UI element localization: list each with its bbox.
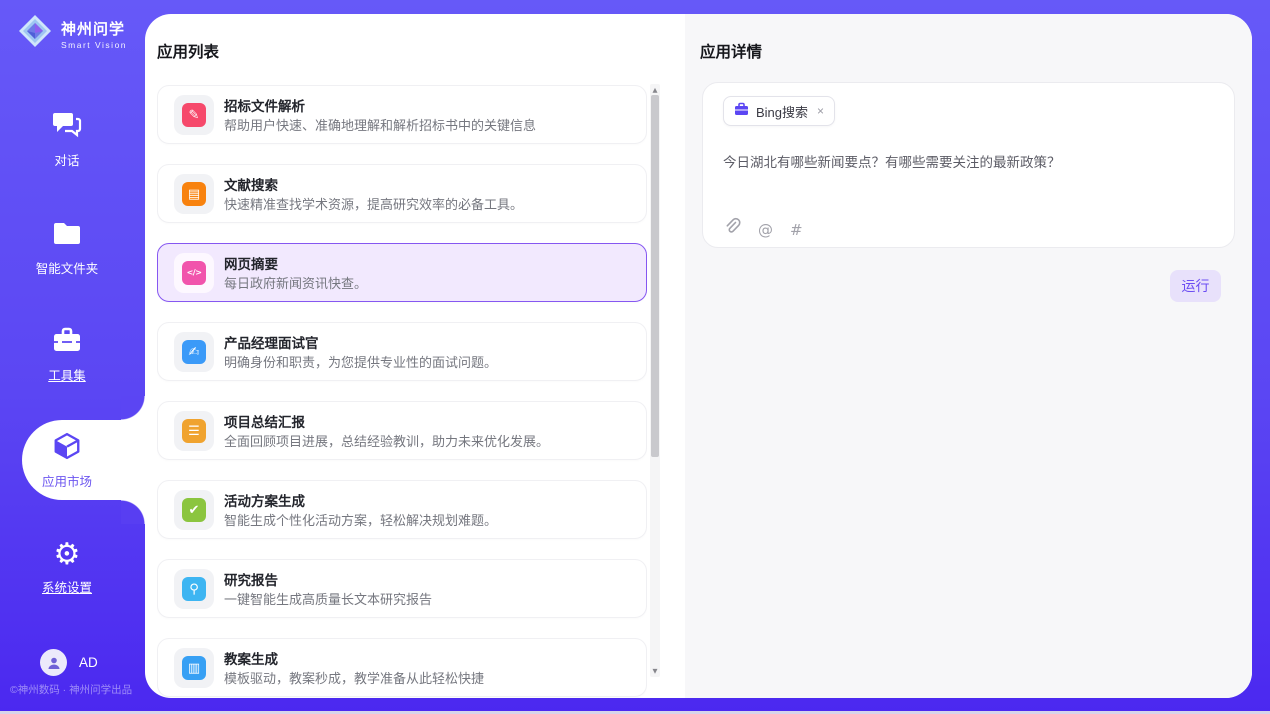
brand-name: 神州问学 <box>61 18 127 39</box>
brand-logo: 神州问学 Smart Vision <box>16 12 127 55</box>
gear-icon: ⚙ <box>54 540 81 570</box>
app-list-item[interactable]: ☰ 项目总结汇报 全面回顾项目进展，总结经验教训，助力未来优化发展。 <box>157 401 647 460</box>
app-list-item[interactable]: ▥ 教案生成 模板驱动，教案秒成，教学准备从此轻松快捷 <box>157 638 647 697</box>
prompt-card: Bing搜索 × 今日湖北有哪些新闻要点？有哪些需要关注的最新政策？ @ # <box>702 82 1235 248</box>
avatar <box>40 649 67 676</box>
main-card: 应用列表 ✎ 招标文件解析 帮助用户快速、准确地理解和解析招标书中的关键信息 ▤… <box>145 14 1252 698</box>
app-item-title: 教案生成 <box>224 648 278 668</box>
tab-curve-top <box>121 396 145 420</box>
document-pen-icon: ✎ <box>182 103 206 127</box>
app-item-title: 网页摘要 <box>224 253 278 273</box>
brand-subtitle: Smart Vision <box>61 40 127 50</box>
app-list-item[interactable]: ✍ 产品经理面试官 明确身份和职责，为您提供专业性的面试问题。 <box>157 322 647 381</box>
sidebar-item-label: 应用市场 <box>42 471 92 490</box>
app-item-title: 文献搜索 <box>224 174 278 194</box>
books-icon: ▥ <box>182 656 206 680</box>
app-item-title: 活动方案生成 <box>224 490 305 510</box>
app-item-description: 明确身份和职责，为您提供专业性的面试问题。 <box>224 352 497 371</box>
run-button[interactable]: 运行 <box>1170 270 1221 302</box>
app-item-description: 每日政府新闻资讯快查。 <box>224 273 367 292</box>
cube-icon <box>52 431 82 466</box>
app-list-item[interactable]: ✔ 活动方案生成 智能生成个性化活动方案，轻松解决规划难题。 <box>157 480 647 539</box>
interviewer-icon: ✍ <box>182 340 206 364</box>
folder-icon <box>52 221 82 251</box>
app-list: ✎ 招标文件解析 帮助用户快速、准确地理解和解析招标书中的关键信息 ▤ 文献搜索… <box>157 85 647 697</box>
close-icon[interactable]: × <box>815 104 824 118</box>
list-scrollbar[interactable]: ▲ ▼ <box>650 84 660 677</box>
user-account[interactable]: AD <box>40 649 98 676</box>
sidebar-item-toolset[interactable]: 工具集 <box>0 327 134 384</box>
sidebar-item-label: 对话 <box>54 150 79 169</box>
sidebar-item-chat[interactable]: 对话 <box>0 111 134 169</box>
tool-chip-label: Bing搜索 <box>756 102 808 121</box>
app-item-description: 一键智能生成高质量长文本研究报告 <box>224 589 432 608</box>
app-item-description: 全面回顾项目进展，总结经验教训，助力未来优化发展。 <box>224 431 549 450</box>
app-item-description: 快速精准查找学术资源，提高研究效率的必备工具。 <box>224 194 523 213</box>
clipboard-check-icon: ✔ <box>182 498 206 522</box>
copyright-text: ©神州数码 · 神州问学出品 <box>10 682 132 697</box>
app-item-description: 智能生成个性化活动方案，轻松解决规划难题。 <box>224 510 497 529</box>
diamond-logo-icon <box>16 12 54 55</box>
app-list-item[interactable]: ▤ 文献搜索 快速精准查找学术资源，提高研究效率的必备工具。 <box>157 164 647 223</box>
sidebar-item-smart-folder[interactable]: 智能文件夹 <box>0 221 134 277</box>
sidebar-item-settings[interactable]: ⚙ 系统设置 <box>0 540 134 596</box>
chat-icon <box>52 111 82 143</box>
tab-curve-bottom <box>121 500 145 524</box>
query-input-text[interactable]: 今日湖北有哪些新闻要点？有哪些需要关注的最新政策？ <box>723 151 1061 171</box>
app-detail-title: 应用详情 <box>700 40 762 62</box>
sidebar-item-label: 系统设置 <box>42 577 92 596</box>
app-item-title: 产品经理面试官 <box>224 332 319 352</box>
mention-icon[interactable]: @ <box>758 221 773 239</box>
app-list-item[interactable]: ⚲ 研究报告 一键智能生成高质量长文本研究报告 <box>157 559 647 618</box>
notepad-icon: ☰ <box>182 419 206 443</box>
sidebar-item-label: 工具集 <box>48 365 86 384</box>
sidebar-item-label: 智能文件夹 <box>36 258 99 277</box>
app-item-description: 帮助用户快速、准确地理解和解析招标书中的关键信息 <box>224 115 536 134</box>
sidebar-item-app-market[interactable]: 应用市场 <box>0 420 134 500</box>
scroll-up-icon[interactable]: ▲ <box>650 86 660 94</box>
scrollbar-thumb[interactable] <box>651 95 659 457</box>
app-list-item[interactable]: </> 网页摘要 每日政府新闻资讯快查。 <box>157 243 647 302</box>
browser-code-icon: </> <box>182 261 206 285</box>
book-icon: ▤ <box>182 182 206 206</box>
app-item-title: 招标文件解析 <box>224 95 305 115</box>
app-list-item[interactable]: ✎ 招标文件解析 帮助用户快速、准确地理解和解析招标书中的关键信息 <box>157 85 647 144</box>
briefcase-icon <box>734 102 749 121</box>
sidebar: 神州问学 Smart Vision 对话 智能文件夹 <box>0 0 145 714</box>
app-detail-panel: 应用详情 Bing搜索 × 今日湖北有哪些新闻要点？有哪些需要关注的最新政策？ <box>685 14 1252 698</box>
app-window: 神州问学 Smart Vision 对话 智能文件夹 <box>0 0 1270 714</box>
paperclip-icon[interactable] <box>723 217 741 242</box>
microscope-icon: ⚲ <box>182 577 206 601</box>
scroll-down-icon[interactable]: ▼ <box>650 667 660 675</box>
composer-toolbar: @ # <box>723 217 803 242</box>
toolbox-icon <box>52 327 82 358</box>
tool-chip-bing-search[interactable]: Bing搜索 × <box>723 96 835 126</box>
app-item-description: 模板驱动，教案秒成，教学准备从此轻松快捷 <box>224 668 484 687</box>
app-item-title: 项目总结汇报 <box>224 411 305 431</box>
app-list-title: 应用列表 <box>157 40 219 62</box>
user-initials: AD <box>79 655 98 670</box>
app-item-title: 研究报告 <box>224 569 278 589</box>
hash-icon[interactable]: # <box>790 221 803 239</box>
